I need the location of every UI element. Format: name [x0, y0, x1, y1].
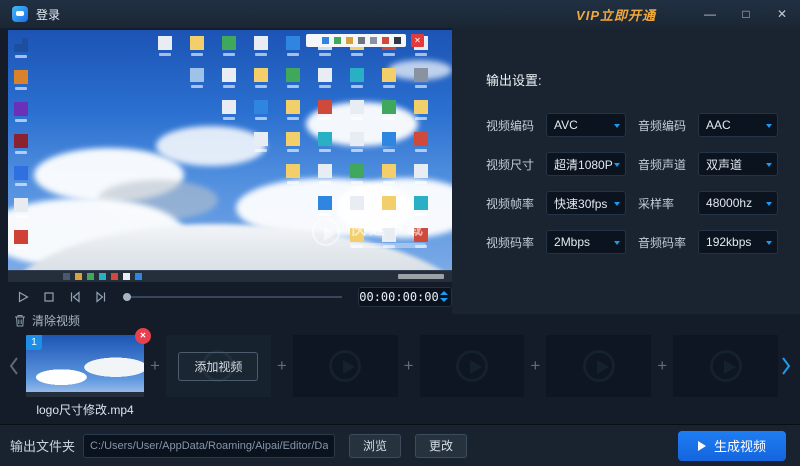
playback-controls: 00:00:00:00	[8, 284, 452, 310]
audio-codec-select[interactable]: AAC	[698, 113, 778, 137]
timeline-slot-add[interactable]: 添加视频	[166, 335, 271, 397]
recorder-close-icon	[411, 34, 424, 47]
app-logo-icon	[12, 6, 28, 22]
titlebar: 登录 VIP立即开通 — □ ✕	[0, 0, 800, 28]
chevron-down-icon	[766, 163, 772, 167]
ghost-logo-icon	[456, 350, 488, 382]
desktop-icon-labels	[8, 30, 20, 33]
field-label-sample-rate: 采样率	[638, 195, 686, 212]
timecode-value: 00:00:00:00	[359, 290, 438, 304]
cloud-shape	[388, 60, 452, 80]
generate-video-button[interactable]: 生成视频	[678, 431, 786, 461]
desktop-taskbar	[8, 270, 452, 282]
chevron-down-icon	[614, 163, 620, 167]
chevron-down-icon	[614, 124, 620, 128]
timeline: 1 + 添加视频 + + + +	[0, 334, 800, 398]
field-label-video-codec: 视频编码	[486, 117, 534, 134]
change-button[interactable]: 更改	[415, 434, 467, 458]
toolbar-icons	[310, 37, 317, 44]
login-button[interactable]: 登录	[36, 6, 60, 23]
timeline-slot-empty[interactable]	[293, 335, 398, 397]
plus-separator: +	[398, 356, 420, 376]
trash-icon	[14, 314, 26, 327]
delete-clip-button[interactable]	[135, 328, 151, 344]
chevron-down-icon	[766, 202, 772, 206]
ghost-logo-icon	[710, 350, 742, 382]
clip-thumbnail	[26, 335, 144, 397]
plus-separator: +	[524, 356, 546, 376]
close-icon[interactable]: ✕	[776, 0, 788, 28]
generate-video-label: 生成视频	[714, 436, 766, 455]
scroll-left-icon[interactable]	[6, 356, 22, 376]
seek-slider[interactable]	[124, 296, 342, 298]
timecode-steppers	[440, 291, 448, 302]
video-codec-select[interactable]: AVC	[546, 113, 626, 137]
maximize-icon[interactable]: □	[740, 0, 752, 28]
footer-bar: 输出文件夹 浏览 更改 生成视频	[0, 424, 800, 466]
field-label-audio-bitrate: 音频码率	[638, 234, 686, 251]
taskbar-tray	[398, 274, 444, 279]
scroll-right-icon[interactable]	[778, 356, 794, 376]
play-icon[interactable]	[16, 290, 30, 304]
timeline-slot-empty[interactable]	[546, 335, 651, 397]
field-label-audio-codec: 音频编码	[638, 117, 686, 134]
timecode-display[interactable]: 00:00:00:00	[358, 287, 452, 307]
clip-index-badge: 1	[26, 335, 42, 350]
video-size-select[interactable]: 超清1080P	[546, 152, 626, 176]
vip-upgrade-button[interactable]: VIP立即开通	[576, 5, 656, 24]
field-label-video-bitrate: 视频码率	[486, 234, 534, 251]
plus-separator: +	[271, 356, 293, 376]
play-triangle-icon	[698, 441, 706, 451]
chevron-down-icon	[766, 124, 772, 128]
annotation-toolbar	[306, 34, 406, 47]
app-window: 登录 VIP立即开通 — □ ✕ 快速下载	[0, 0, 800, 466]
field-label-audio-channels: 音频声道	[638, 156, 686, 173]
chevron-down-icon	[766, 241, 772, 245]
output-folder-label: 输出文件夹	[10, 436, 75, 455]
chevron-down-icon	[614, 241, 620, 245]
timeline-slot-empty[interactable]	[420, 335, 525, 397]
audio-channels-select[interactable]: 双声道	[698, 152, 778, 176]
seek-slider-handle[interactable]	[123, 293, 131, 301]
timecode-down-icon[interactable]	[440, 298, 448, 302]
settings-grid: 视频编码 AVC 音频编码 AAC 视频尺寸 超清1080P 音频声道 双声道 …	[486, 113, 776, 254]
cloud-shape	[156, 126, 266, 166]
minimize-icon[interactable]: —	[704, 0, 716, 28]
taskbar-icons	[13, 273, 20, 280]
clear-video-button[interactable]: 清除视频	[14, 312, 80, 329]
browse-button[interactable]: 浏览	[349, 434, 401, 458]
field-label-frame-rate: 视频帧率	[486, 195, 534, 212]
plus-separator: +	[144, 356, 166, 376]
plus-separator: +	[651, 356, 673, 376]
timeline-clip[interactable]: 1	[26, 335, 144, 397]
ghost-logo-icon	[583, 350, 615, 382]
output-settings-panel: 输出设置: 视频编码 AVC 音频编码 AAC 视频尺寸 超清1080P 音频声…	[452, 28, 800, 314]
clear-video-label: 清除视频	[32, 312, 80, 329]
skip-start-icon[interactable]	[68, 290, 82, 304]
frame-rate-select[interactable]: 快速30fps	[546, 191, 626, 215]
stop-icon[interactable]	[42, 290, 56, 304]
skip-end-icon[interactable]	[94, 290, 108, 304]
window-controls: — □ ✕	[704, 0, 788, 28]
add-video-button[interactable]: 添加视频	[178, 352, 258, 381]
video-bitrate-select[interactable]: 2Mbps	[546, 230, 626, 254]
settings-title: 输出设置:	[486, 70, 800, 89]
audio-bitrate-select[interactable]: 192kbps	[698, 230, 778, 254]
clip-filename: logo尺寸修改.mp4	[26, 401, 144, 418]
field-label-video-size: 视频尺寸	[486, 156, 534, 173]
ghost-logo-icon	[329, 350, 361, 382]
timecode-up-icon[interactable]	[440, 291, 448, 295]
chevron-down-icon	[614, 202, 620, 206]
sample-rate-select[interactable]: 48000hz	[698, 191, 778, 215]
cloud-shape	[306, 102, 418, 146]
video-preview: 快速下载	[8, 30, 452, 282]
output-path-input[interactable]	[83, 434, 335, 458]
timeline-slot-empty[interactable]	[673, 335, 778, 397]
